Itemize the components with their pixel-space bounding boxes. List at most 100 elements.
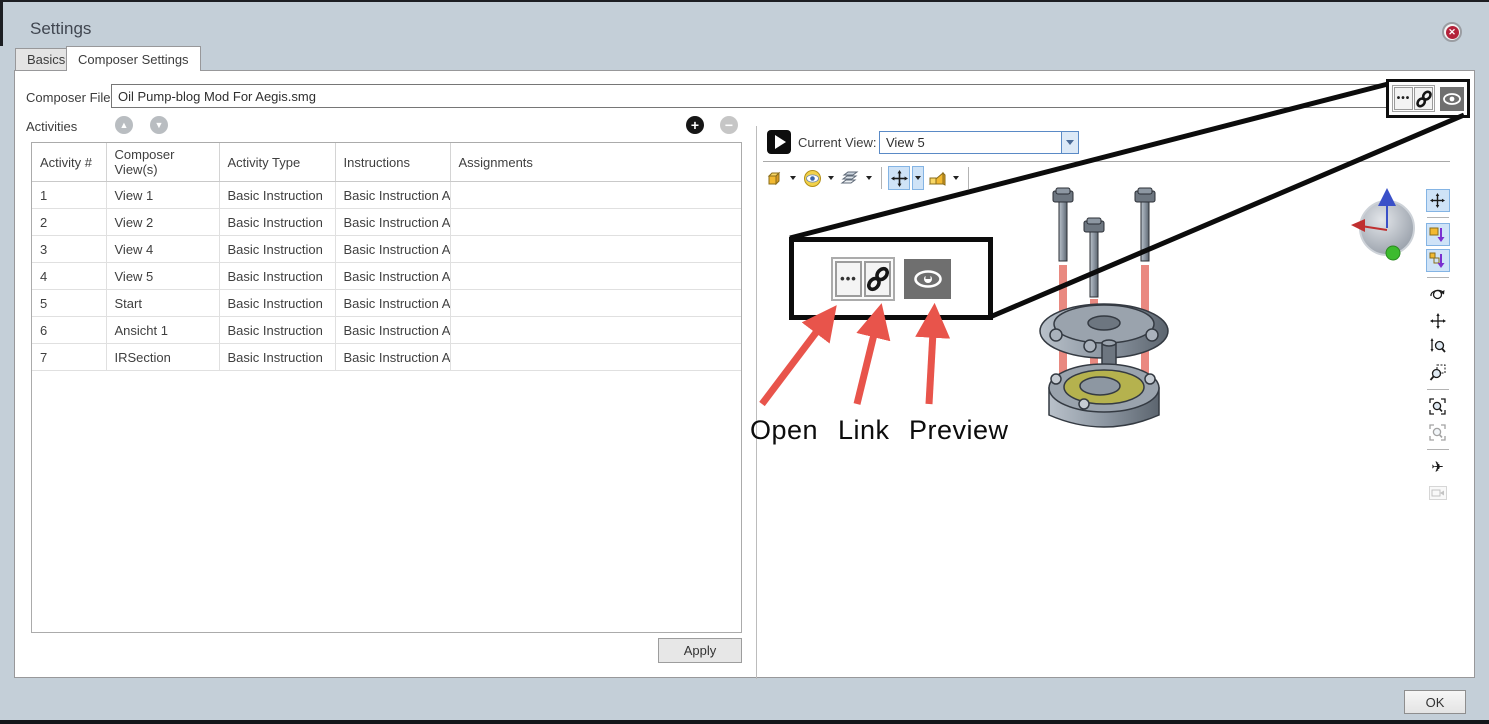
open-file-button-magnified[interactable]: ••• (835, 261, 862, 297)
table-cell: Basic Instruction A... (335, 209, 450, 236)
table-cell: Basic Instruction (219, 182, 335, 209)
tab-basics-label: Basics (27, 52, 65, 67)
table-cell: Start (106, 290, 219, 317)
ok-button[interactable]: OK (1404, 690, 1466, 714)
table-cell: Basic Instruction A... (335, 290, 450, 317)
table-row[interactable]: 2View 2Basic InstructionBasic Instructio… (32, 209, 741, 236)
apply-button[interactable]: Apply (658, 638, 742, 663)
table-row[interactable]: 5StartBasic InstructionBasic Instruction… (32, 290, 741, 317)
tab-composer-settings[interactable]: Composer Settings (66, 46, 201, 71)
table-cell: 5 (32, 290, 106, 317)
squares-arrow-icon (1429, 252, 1446, 269)
fit-view-button[interactable] (1426, 395, 1450, 418)
translate-part-button[interactable] (1426, 223, 1450, 246)
eye-icon (914, 270, 942, 288)
render-cube-icon (766, 170, 783, 187)
open-file-button[interactable]: ••• (1394, 87, 1413, 110)
table-cell: View 2 (106, 209, 219, 236)
table-row[interactable]: 1View 1Basic InstructionBasic Instructio… (32, 182, 741, 209)
oil-pump-3d-model[interactable] (1026, 183, 1186, 438)
callout-zoom-box: ••• (789, 237, 993, 320)
table-cell: Basic Instruction (219, 317, 335, 344)
window-title: Settings (30, 19, 91, 39)
window-border-left (0, 0, 3, 46)
zoom-fit-icon (1429, 398, 1446, 415)
play-button[interactable] (767, 130, 791, 154)
preview-button[interactable] (1440, 87, 1464, 111)
remove-activity-button[interactable]: − (720, 116, 738, 134)
activities-label: Activities (26, 119, 77, 134)
table-row[interactable]: 6Ansicht 1Basic InstructionBasic Instruc… (32, 317, 741, 344)
move-mode-button-2[interactable] (1426, 189, 1450, 212)
viewer-toolbar (763, 165, 973, 191)
table-cell (450, 290, 741, 317)
column-header: Instructions (335, 143, 450, 182)
table-cell (450, 182, 741, 209)
move-activity-up-button[interactable]: ▲ (115, 116, 133, 134)
zoom-area-icon (1429, 364, 1446, 381)
transform-dropdown[interactable] (950, 166, 962, 190)
render-mode-dropdown[interactable] (787, 166, 799, 190)
close-button[interactable]: ✕ (1442, 22, 1462, 42)
preview-button-magnified[interactable] (904, 259, 951, 299)
table-row[interactable]: 7IRSectionBasic InstructionBasic Instruc… (32, 344, 741, 371)
move-mode-dropdown[interactable] (912, 166, 924, 190)
current-view-value: View 5 (880, 135, 1061, 150)
current-view-label: Current View: (798, 135, 877, 150)
table-cell (450, 209, 741, 236)
table-cell: Basic Instruction A... (335, 317, 450, 344)
table-row[interactable]: 3View 4Basic InstructionBasic Instructio… (32, 236, 741, 263)
table-row[interactable]: 4View 5Basic InstructionBasic Instructio… (32, 263, 741, 290)
chain-link-icon (867, 266, 889, 292)
visibility-dropdown[interactable] (825, 166, 837, 190)
translate-selection-button[interactable] (1426, 249, 1450, 272)
visibility-button[interactable] (801, 166, 823, 190)
move-cross-icon (891, 170, 908, 187)
add-activity-button[interactable]: + (686, 116, 704, 134)
table-cell: Ansicht 1 (106, 317, 219, 344)
chain-link-icon (1416, 90, 1432, 108)
table-cell: 2 (32, 209, 106, 236)
toolbar-separator (1427, 277, 1449, 278)
layers-button[interactable] (839, 166, 861, 190)
wedge-icon (928, 170, 946, 187)
dropdown-arrow-button[interactable] (1061, 132, 1078, 153)
table-cell: 7 (32, 344, 106, 371)
annotation-preview: Preview (909, 415, 1009, 446)
link-file-button[interactable] (1414, 87, 1433, 110)
pan-button[interactable] (1426, 309, 1450, 332)
render-mode-button[interactable] (763, 166, 785, 190)
composer-file-input[interactable] (111, 84, 1388, 108)
navigation-sphere[interactable] (1351, 186, 1417, 262)
fit-selection-button-disabled[interactable] (1426, 421, 1450, 444)
camera-button[interactable] (1426, 481, 1450, 504)
toolbar-separator (1427, 389, 1449, 390)
pane-divider (756, 126, 757, 679)
move-cross-icon (1430, 193, 1445, 208)
column-header: Activity Type (219, 143, 335, 182)
current-view-dropdown[interactable]: View 5 (879, 131, 1079, 154)
link-file-button-magnified[interactable] (864, 261, 891, 297)
axis-left-arrow (1351, 219, 1365, 232)
table-cell: 1 (32, 182, 106, 209)
move-mode-button[interactable] (888, 166, 910, 190)
zoom-area-button[interactable] (1426, 361, 1450, 384)
axis-node (1386, 246, 1400, 260)
window-border-bottom (0, 720, 1489, 724)
transform-button[interactable] (926, 166, 948, 190)
composer-settings-panel: Composer File: ••• Activiti (14, 70, 1475, 678)
table-cell (450, 344, 741, 371)
table-cell: Basic Instruction A... (335, 236, 450, 263)
table-cell: Basic Instruction (219, 263, 335, 290)
tab-composer-settings-label: Composer Settings (78, 52, 189, 67)
zoom-button[interactable] (1426, 335, 1450, 358)
toolbar-separator (1427, 217, 1449, 218)
activities-table[interactable]: Activity #Composer View(s)Activity TypeI… (31, 142, 742, 633)
composer-file-toolbar: ••• (1386, 79, 1470, 118)
orbit-button[interactable] (1426, 283, 1450, 306)
fly-through-button[interactable]: ✈ (1426, 455, 1450, 478)
move-activity-down-button[interactable]: ▼ (150, 116, 168, 134)
bolt-icons (1053, 188, 1155, 297)
table-cell: 4 (32, 263, 106, 290)
layers-dropdown[interactable] (863, 166, 875, 190)
